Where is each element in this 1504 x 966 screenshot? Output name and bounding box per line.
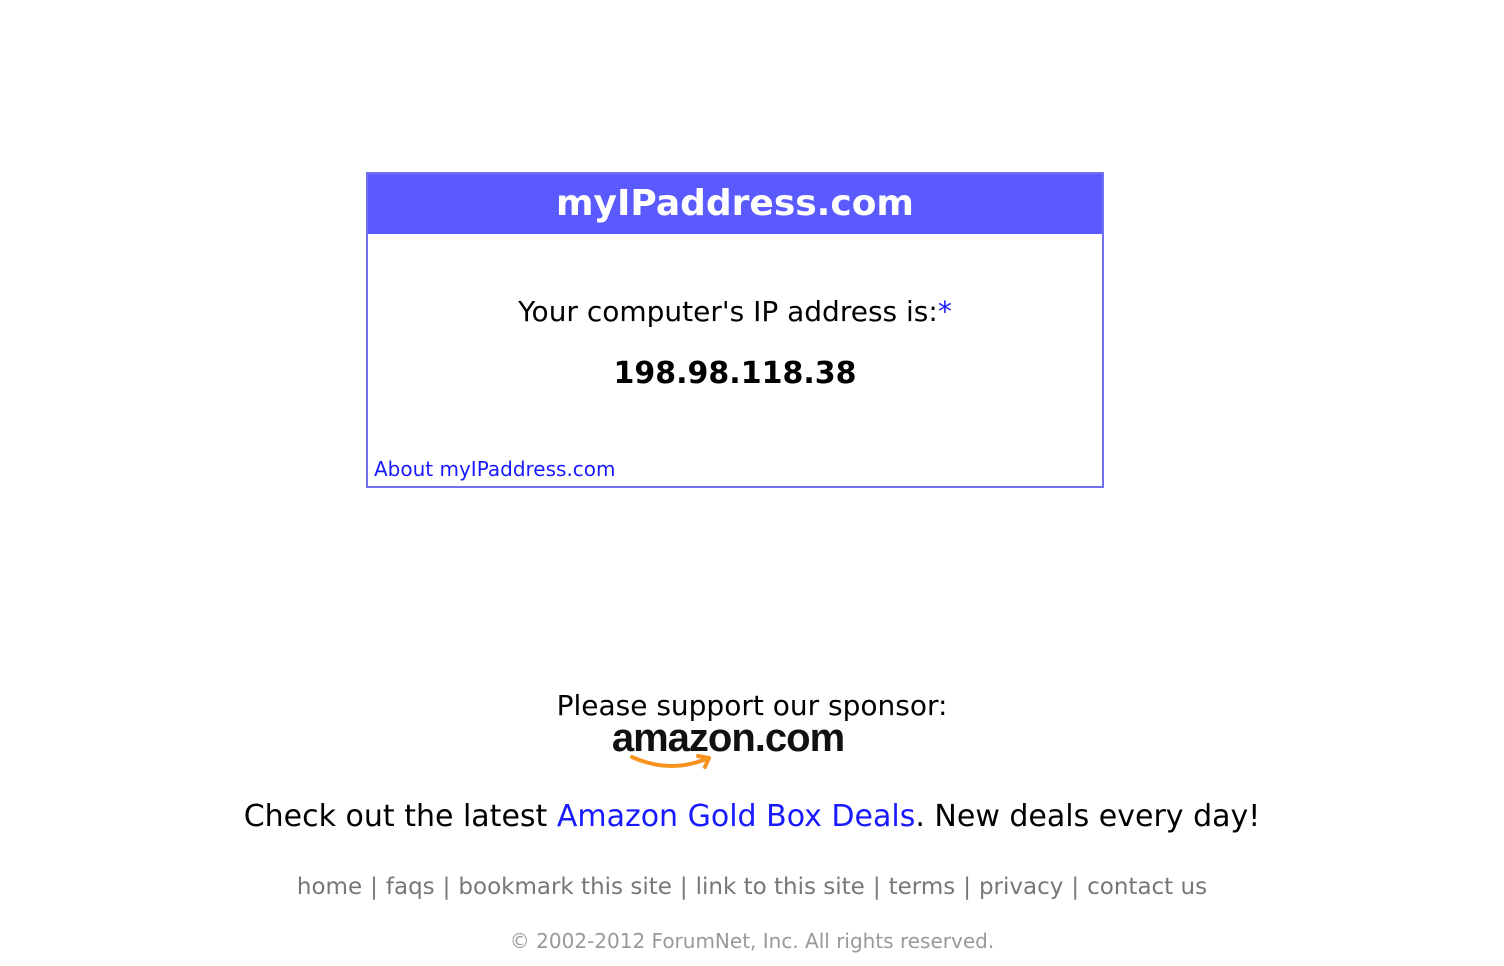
copyright: © 2002-2012 ForumNet, Inc. All rights re… — [509, 929, 995, 953]
page: myIPaddress.com Your computer's IP addre… — [0, 0, 1504, 966]
footer-link-contact[interactable]: contact us — [1087, 874, 1207, 900]
deals-prefix: Check out the latest — [243, 799, 557, 834]
ip-address-label: Your computer's IP address is:* — [368, 294, 1102, 330]
gold-box-deals-link[interactable]: Amazon Gold Box Deals — [557, 799, 916, 834]
footer-separator: | — [1071, 874, 1080, 900]
footer-separator: | — [370, 874, 378, 900]
deals-line: Check out the latest Amazon Gold Box Dea… — [0, 798, 1504, 836]
site-title: myIPaddress.com — [368, 174, 1102, 234]
amazon-smile-icon — [630, 754, 711, 769]
ip-footnote-link[interactable]: * — [938, 295, 952, 328]
footer-link-link-to-site[interactable]: link to this site — [696, 874, 865, 900]
footer-separator: | — [963, 874, 971, 900]
ip-address-value: 198.98.118.38 — [613, 356, 857, 391]
deals-suffix: . New deals every day! — [915, 799, 1261, 834]
amazon-logo-link[interactable]: amazon.com — [606, 716, 850, 774]
footer-separator: | — [872, 874, 881, 900]
about-link[interactable]: About myIPaddress.com — [374, 456, 616, 482]
ip-address-box: myIPaddress.com Your computer's IP addre… — [366, 172, 1104, 488]
footer-link-privacy[interactable]: privacy — [979, 874, 1063, 900]
footer-separator: | — [442, 874, 451, 900]
footer-separator: | — [679, 874, 688, 900]
footer-link-faqs[interactable]: faqs — [386, 874, 435, 900]
footer-link-home[interactable]: home — [297, 874, 362, 900]
ip-label-text: Your computer's IP address is: — [518, 295, 938, 328]
footer-nav: home | faqs | bookmark this site | link to thi… — [0, 872, 1504, 902]
footer-link-bookmark[interactable]: bookmark this site — [458, 874, 671, 900]
footer-link-terms[interactable]: terms — [889, 874, 956, 900]
